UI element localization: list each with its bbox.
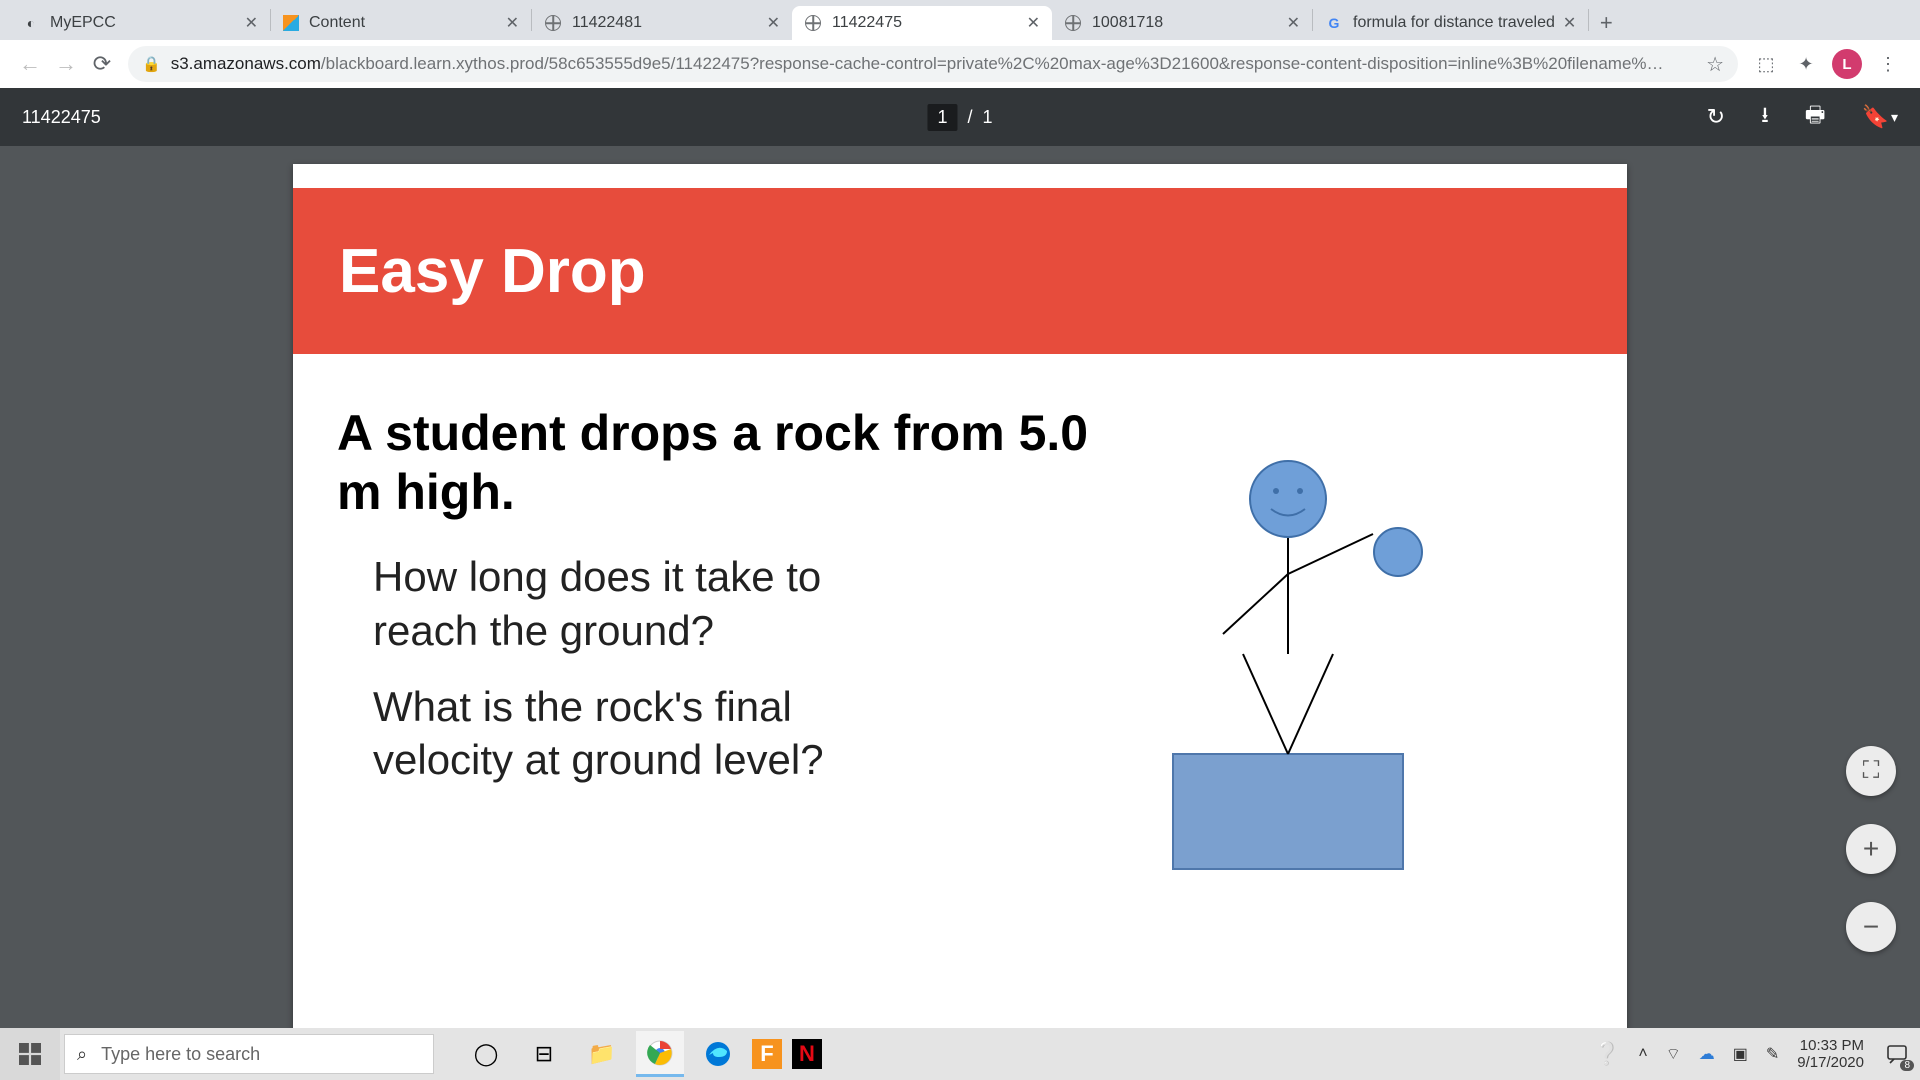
system-tray: ❔ ˄ ⌔ ☁ ▣ ✎ 10:33 PM 9/17/2020 8 [1593, 1037, 1920, 1072]
pdf-zoom-controls: ⛶ + − [1846, 746, 1896, 952]
tab-title: 10081718 [1092, 14, 1279, 32]
pdf-total-pages: 1 [983, 107, 993, 128]
favicon-icon: ◐ [22, 14, 40, 32]
clock-time: 10:33 PM [1797, 1037, 1864, 1054]
taskbar-apps: ◯ ⊟ 📁 F N [462, 1031, 822, 1077]
lock-icon: 🔒 [142, 55, 161, 73]
zoom-in-button[interactable]: + [1846, 824, 1896, 874]
google-icon: G [1325, 14, 1343, 32]
extensions-puzzle-icon[interactable]: ✦ [1791, 49, 1821, 79]
tab-close-icon[interactable]: ✕ [506, 13, 519, 33]
start-button[interactable] [0, 1028, 60, 1080]
tab-title: 11422475 [832, 14, 1019, 32]
tab-strip: ◐ MyEPCC ✕ Content ✕ 11422481 ✕ 11422475… [0, 0, 1920, 40]
cortana-icon[interactable]: ◯ [462, 1031, 510, 1077]
tab-title: 11422481 [572, 14, 759, 32]
help-tray-icon[interactable]: ❔ [1593, 1041, 1620, 1067]
windows-taskbar: ⌕ Type here to search ◯ ⊟ 📁 F N ❔ ˄ ⌔ ☁ … [0, 1028, 1920, 1080]
fit-to-page-button[interactable]: ⛶ [1846, 746, 1896, 796]
action-center-icon[interactable]: 8 [1882, 1039, 1912, 1069]
slide-text: A student drops a rock from 5.0 m high. … [337, 404, 1103, 929]
url-host: s3.amazonaws.com [171, 54, 321, 74]
tab-11422481[interactable]: 11422481 ✕ [532, 6, 792, 40]
pdf-page-separator: / [967, 107, 972, 128]
slide-title: Easy Drop [339, 236, 646, 307]
forward-button[interactable]: → [48, 46, 84, 82]
tab-content[interactable]: Content ✕ [271, 6, 531, 40]
back-button[interactable]: ← [12, 46, 48, 82]
taskbar-search[interactable]: ⌕ Type here to search [64, 1034, 434, 1074]
slide-figure [1103, 404, 1583, 929]
edge-icon[interactable] [694, 1031, 742, 1077]
clock-date: 9/17/2020 [1797, 1054, 1864, 1071]
bookmark-icon[interactable]: 🔖 [1862, 104, 1889, 130]
globe-icon [544, 14, 562, 32]
tab-11422475[interactable]: 11422475 ✕ [792, 6, 1052, 40]
reload-button[interactable]: ⟳ [84, 46, 120, 82]
taskbar-clock[interactable]: 10:33 PM 9/17/2020 [1797, 1037, 1864, 1072]
rotate-icon[interactable]: ↻ [1707, 104, 1725, 130]
cast-icon[interactable]: ▣ [1733, 1044, 1748, 1064]
globe-icon [1064, 14, 1082, 32]
pdf-document-title: 11422475 [22, 107, 101, 128]
profile-avatar[interactable]: L [1832, 49, 1862, 79]
app-f-icon[interactable]: F [752, 1039, 782, 1069]
url-path: /blackboard.learn.xythos.prod/58c653555d… [321, 54, 1664, 74]
tab-google-search[interactable]: G formula for distance traveled ✕ [1313, 6, 1588, 40]
pdf-current-page[interactable]: 1 [927, 104, 957, 131]
slide-subheading: A student drops a rock from 5.0 m high. [337, 404, 1103, 522]
slide-question-1: How long does it take to reach the groun… [373, 550, 893, 658]
download-icon[interactable]: ⭳ [1761, 98, 1769, 136]
slide-header: Easy Drop [293, 188, 1627, 354]
extension-icon[interactable]: ⬚ [1751, 49, 1781, 79]
zoom-out-button[interactable]: − [1846, 902, 1896, 952]
task-view-icon[interactable]: ⊟ [520, 1031, 568, 1077]
favicon-icon [283, 15, 299, 31]
pdf-viewport[interactable]: Easy Drop A student drops a rock from 5.… [0, 146, 1920, 1028]
address-bar[interactable]: 🔒 s3.amazonaws.com /blackboard.learn.xyt… [128, 46, 1738, 82]
search-icon: ⌕ [77, 1044, 87, 1065]
tab-close-icon[interactable]: ✕ [1287, 13, 1300, 33]
pdf-page: Easy Drop A student drops a rock from 5.… [293, 164, 1627, 1028]
pdf-toolbar: 11422475 1 / 1 ↻ ⭳ 🖶 🔖 ▾ [0, 88, 1920, 146]
bookmark-caret-icon[interactable]: ▾ [1891, 109, 1898, 126]
netflix-icon[interactable]: N [792, 1039, 822, 1069]
slide-question-2: What is the rock's final velocity at gro… [373, 680, 893, 788]
address-bar-row: ← → ⟳ 🔒 s3.amazonaws.com /blackboard.lea… [0, 40, 1920, 88]
tab-title: MyEPCC [50, 14, 237, 32]
new-tab-button[interactable]: + [1589, 6, 1623, 40]
wifi-icon[interactable]: ⌔ [1666, 1044, 1681, 1064]
print-icon[interactable]: 🖶 [1805, 98, 1826, 136]
pdf-page-indicator: 1 / 1 [927, 104, 992, 131]
tab-close-icon[interactable]: ✕ [767, 13, 780, 33]
tray-overflow-icon[interactable]: ˄ [1638, 1045, 1647, 1063]
chrome-icon[interactable] [636, 1031, 684, 1077]
tab-title: Content [309, 14, 498, 32]
file-explorer-icon[interactable]: 📁 [578, 1031, 626, 1077]
tab-title: formula for distance traveled [1353, 14, 1555, 32]
notification-badge: 8 [1900, 1060, 1914, 1071]
onedrive-icon[interactable]: ☁ [1699, 1044, 1715, 1064]
pen-icon[interactable]: ✎ [1766, 1044, 1779, 1064]
tab-10081718[interactable]: 10081718 ✕ [1052, 6, 1312, 40]
tab-myepcc[interactable]: ◐ MyEPCC ✕ [10, 6, 270, 40]
tab-close-icon[interactable]: ✕ [1027, 13, 1040, 33]
tab-close-icon[interactable]: ✕ [245, 13, 258, 33]
chrome-menu-icon[interactable]: ⋮ [1873, 49, 1903, 79]
windows-logo-icon [19, 1043, 41, 1065]
globe-icon [804, 14, 822, 32]
bookmark-star-icon[interactable]: ☆ [1706, 52, 1724, 77]
tab-close-icon[interactable]: ✕ [1563, 13, 1576, 33]
search-placeholder: Type here to search [101, 1044, 260, 1065]
